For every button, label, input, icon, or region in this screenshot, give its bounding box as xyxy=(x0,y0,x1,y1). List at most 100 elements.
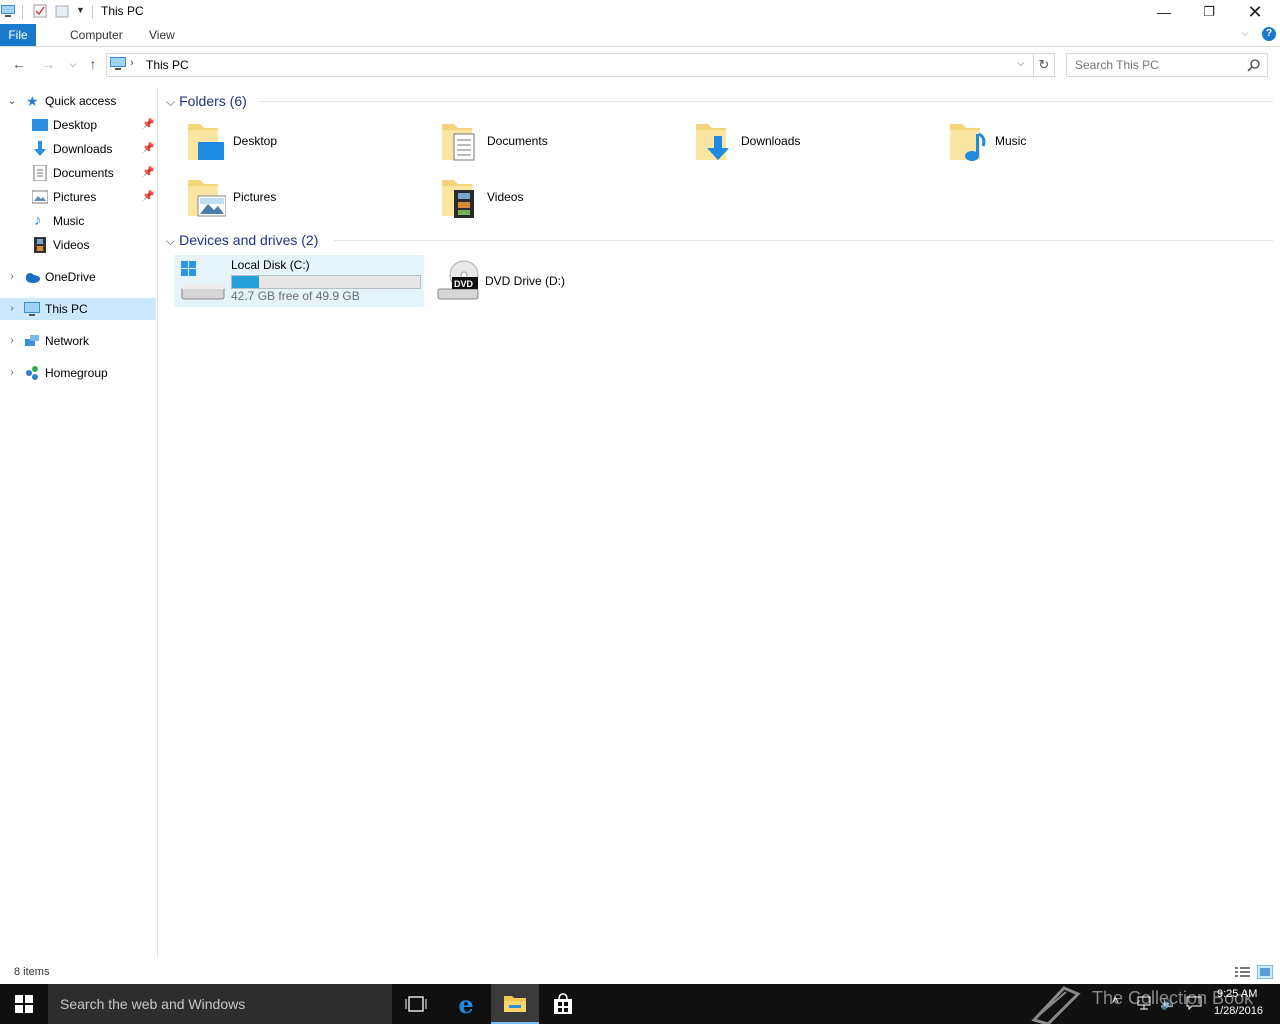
customize-toolbar-chevron-icon[interactable]: ▼ xyxy=(76,5,85,15)
folder-tile-documents[interactable]: Documents xyxy=(430,116,680,168)
chevron-down-icon[interactable]: ⌵ xyxy=(166,95,175,109)
back-button[interactable]: ← xyxy=(9,54,29,74)
group-divider xyxy=(258,101,1273,102)
chevron-right-icon[interactable]: › xyxy=(6,298,18,320)
ribbon-tabs: File Computer View ⌵ ? xyxy=(0,24,1280,47)
status-bar: 8 items xyxy=(0,962,1280,984)
tab-computer[interactable]: Computer xyxy=(60,24,133,46)
cloud-icon xyxy=(26,273,40,283)
sidebar-item-desktop[interactable]: Desktop 📌 xyxy=(0,114,156,136)
expand-ribbon-icon[interactable]: ⌵ xyxy=(1241,28,1249,39)
folder-tile-music[interactable]: Music xyxy=(938,116,1188,168)
file-explorer-icon xyxy=(504,996,526,1012)
folder-tile-desktop[interactable]: Desktop xyxy=(176,116,426,168)
pin-icon[interactable]: 📌 xyxy=(142,138,154,160)
sidebar-item-videos[interactable]: Videos xyxy=(0,234,156,256)
pin-icon[interactable]: 📌 xyxy=(142,162,154,184)
sidebar-item-homegroup[interactable]: › Homegroup xyxy=(0,362,156,384)
network-icon xyxy=(25,335,39,346)
breadcrumb-chevron-icon[interactable]: › xyxy=(130,57,134,69)
sidebar-item-label: Videos xyxy=(53,238,90,252)
folders-group-header[interactable]: ⌵ Folders (6) xyxy=(166,91,247,111)
chevron-down-icon[interactable]: ⌄ xyxy=(6,90,18,112)
chevron-down-icon: ⌵ xyxy=(69,58,77,69)
search-input[interactable] xyxy=(1073,56,1242,74)
folder-tile-pictures[interactable]: Pictures xyxy=(176,172,426,224)
sidebar-item-label: Music xyxy=(53,214,85,228)
pin-icon[interactable]: 📌 xyxy=(142,114,154,136)
taskbar-search-box[interactable]: Search the web and Windows xyxy=(48,984,392,1024)
refresh-icon: ↻ xyxy=(1038,57,1050,72)
tile-label: Desktop xyxy=(233,134,278,148)
show-hidden-icons-icon[interactable]: ^ xyxy=(1112,994,1119,1010)
forward-button[interactable]: → xyxy=(38,54,58,74)
volume-icon[interactable]: 🔈 xyxy=(1160,994,1177,1011)
clock-time[interactable]: 9:25 AM xyxy=(1217,988,1257,1000)
start-button[interactable] xyxy=(0,984,48,1024)
address-dropdown-icon[interactable]: ⌵ xyxy=(1017,58,1025,69)
tab-file[interactable]: File xyxy=(0,24,36,46)
sidebar-item-downloads[interactable]: Downloads 📌 xyxy=(0,138,156,160)
folder-tile-downloads[interactable]: Downloads xyxy=(684,116,934,168)
breadcrumb-this-pc[interactable]: This PC xyxy=(146,58,189,72)
item-count: 8 items xyxy=(14,966,50,978)
sidebar-item-network[interactable]: › Network xyxy=(0,330,156,352)
chevron-right-icon[interactable]: › xyxy=(6,266,18,288)
chevron-right-icon[interactable]: › xyxy=(6,362,18,384)
dvd-badge: DVD xyxy=(454,279,474,289)
restore-button[interactable]: ❐ xyxy=(1186,0,1232,24)
address-bar[interactable]: › This PC ⌵ xyxy=(106,53,1034,77)
store-button[interactable] xyxy=(539,984,587,1024)
task-view-button[interactable] xyxy=(392,984,440,1024)
close-button[interactable]: ✕ xyxy=(1232,0,1278,24)
drive-name: DVD Drive (D:) xyxy=(485,274,565,288)
pin-icon[interactable]: 📌 xyxy=(142,186,154,208)
sidebar-item-quick-access[interactable]: ⌄ ★ Quick access xyxy=(0,90,156,112)
sidebar-item-documents[interactable]: Documents 📌 xyxy=(0,162,156,184)
devices-group-header[interactable]: ⌵ Devices and drives (2) xyxy=(166,230,318,250)
drive-tile-local-disk[interactable]: Local Disk (C:) 42.7 GB free of 49.9 GB xyxy=(174,255,424,307)
properties-icon[interactable] xyxy=(33,4,47,18)
large-icons-view-icon[interactable] xyxy=(1257,965,1273,979)
downloads-folder-icon xyxy=(696,124,729,160)
document-icon xyxy=(33,165,47,181)
chevron-down-icon[interactable]: ⌵ xyxy=(166,234,175,248)
help-icon[interactable]: ? xyxy=(1262,27,1276,41)
star-icon: ★ xyxy=(26,93,39,109)
book-watermark-icon xyxy=(1031,986,1081,1024)
sidebar-item-pictures[interactable]: Pictures 📌 xyxy=(0,186,156,208)
taskbar: Search the web and Windows e The Collect… xyxy=(0,984,1280,1024)
sidebar-item-music[interactable]: ♪ Music xyxy=(0,210,156,232)
recent-locations-button[interactable]: ⌵ xyxy=(63,54,83,74)
action-center-icon[interactable] xyxy=(1186,996,1202,1010)
search-box[interactable] xyxy=(1066,53,1268,77)
chevron-right-icon[interactable]: › xyxy=(6,330,18,352)
sidebar-item-label: Quick access xyxy=(45,94,117,108)
sidebar-item-label: This PC xyxy=(45,302,88,316)
up-button[interactable]: ↑ xyxy=(83,54,103,74)
file-explorer-button[interactable] xyxy=(491,984,539,1024)
documents-folder-icon xyxy=(442,124,475,161)
sidebar-item-label: OneDrive xyxy=(45,270,96,284)
computer-icon[interactable] xyxy=(1,4,15,18)
drive-tile-dvd[interactable]: DVD DVD Drive (D:) xyxy=(430,255,680,307)
tile-label: Pictures xyxy=(233,190,277,204)
network-status-icon[interactable] xyxy=(1136,996,1152,1010)
new-folder-icon[interactable] xyxy=(55,4,69,18)
minimize-button[interactable]: — xyxy=(1141,0,1187,24)
restore-icon: ❐ xyxy=(1203,4,1215,19)
tab-view[interactable]: View xyxy=(139,24,185,46)
edge-button[interactable]: e xyxy=(442,984,490,1024)
tile-label: Music xyxy=(995,134,1027,148)
folder-tile-videos[interactable]: Videos xyxy=(430,172,680,224)
search-icon xyxy=(1247,59,1260,72)
forward-arrow-icon: → xyxy=(41,56,55,72)
drive-usage-bar xyxy=(231,275,421,289)
refresh-button[interactable]: ↻ xyxy=(1034,53,1055,77)
minimize-icon: — xyxy=(1157,4,1171,20)
details-view-icon[interactable] xyxy=(1235,966,1251,978)
sidebar-item-this-pc[interactable]: › This PC xyxy=(0,298,156,320)
sidebar-item-onedrive[interactable]: › OneDrive xyxy=(0,266,156,288)
music-folder-icon xyxy=(950,124,986,161)
clock-date[interactable]: 1/28/2016 xyxy=(1214,1005,1263,1017)
